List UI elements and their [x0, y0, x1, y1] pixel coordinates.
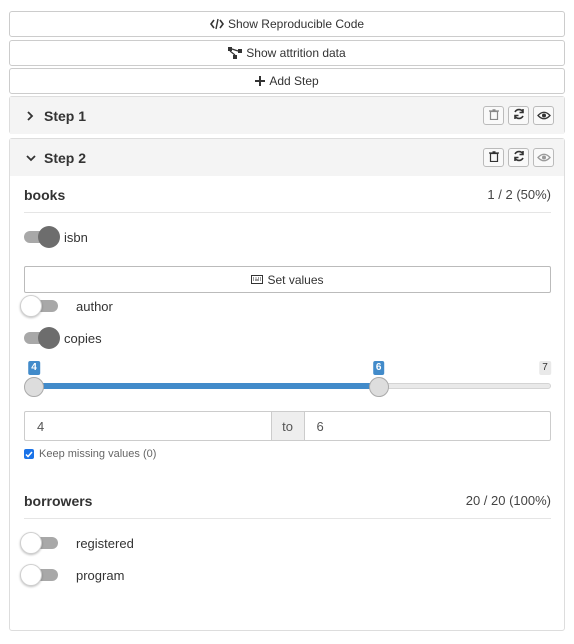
borrowers-count: 20 / 20 (100%) [465, 493, 551, 508]
trash-icon [488, 107, 499, 125]
step-1-delete-button[interactable] [483, 106, 504, 125]
books-section-title: books [24, 186, 66, 203]
show-code-label: Show Reproducible Code [227, 17, 365, 31]
keep-missing-checkbox[interactable] [24, 449, 34, 459]
range-to-input[interactable]: 6 [305, 412, 551, 440]
step-1-title: Step 1 [44, 107, 87, 124]
copies-range-inputs: 4 to 6 [24, 411, 551, 441]
slider-max-tag: 7 [539, 361, 551, 375]
set-values-label: Set values [267, 272, 324, 287]
slider-to-tag: 6 [372, 361, 385, 375]
isbn-label: isbn [64, 229, 88, 245]
slider-from-tag: 4 [28, 361, 40, 375]
keep-missing-row: Keep missing values (0) [24, 448, 156, 460]
books-section-header: books 1 / 2 (50%) [24, 185, 551, 213]
program-toggle-row: program [20, 563, 124, 587]
author-toggle-row: author [20, 294, 113, 318]
code-icon [209, 18, 224, 30]
program-toggle[interactable] [20, 563, 60, 587]
step-2-refresh-button[interactable] [508, 148, 529, 167]
copies-range-slider[interactable]: 4 6 7 [24, 361, 551, 401]
refresh-icon [513, 149, 525, 167]
step-2-title: Step 2 [44, 149, 87, 166]
author-label: author [76, 298, 113, 314]
borrowers-section-title: borrowers [24, 492, 93, 509]
range-to-addon: to [270, 412, 305, 440]
keep-missing-label: Keep missing values (0) [39, 448, 157, 460]
eye-icon [536, 107, 551, 125]
show-attrition-data-button[interactable]: Show attrition data [9, 40, 565, 66]
show-reproducible-code-button[interactable]: Show Reproducible Code [9, 11, 565, 37]
registered-toggle-row: registered [20, 531, 134, 555]
chevron-right-icon[interactable] [26, 110, 40, 121]
copies-toggle[interactable] [20, 326, 60, 350]
step-1-refresh-button[interactable] [508, 106, 529, 125]
add-step-label: Add Step [269, 74, 319, 88]
slider-selected-range [34, 383, 379, 389]
author-toggle[interactable] [20, 294, 60, 318]
step-2-delete-button[interactable] [483, 148, 504, 167]
program-label: program [76, 567, 125, 583]
slider-handle-to[interactable] [368, 377, 389, 397]
trash-icon [488, 149, 499, 167]
step-1-card: Step 1 [9, 96, 565, 134]
refresh-icon [513, 107, 525, 125]
step-1-visibility-button[interactable] [533, 106, 554, 125]
plus-icon [255, 76, 266, 86]
isbn-toggle-row: isbn [20, 225, 88, 249]
copies-label: copies [64, 330, 102, 346]
set-values-button[interactable]: Set values [24, 266, 551, 293]
step-2-header[interactable]: Step 2 [10, 139, 564, 176]
step-2-card: Step 2 books 1 / 2 (50%) isbn Set values… [9, 138, 565, 631]
borrowers-section-header: borrowers 20 / 20 (100%) [24, 491, 551, 519]
show-attrition-label: Show attrition data [246, 46, 346, 60]
step-1-header[interactable]: Step 1 [10, 97, 564, 134]
slider-handle-from[interactable] [24, 377, 44, 397]
step-2-visibility-button[interactable] [533, 148, 554, 167]
registered-label: registered [76, 535, 134, 551]
keyboard-icon [251, 273, 264, 287]
range-from-input[interactable]: 4 [25, 412, 271, 440]
chevron-down-icon[interactable] [26, 154, 40, 162]
sitemap-icon [228, 47, 243, 59]
isbn-toggle[interactable] [20, 225, 60, 249]
registered-toggle[interactable] [20, 531, 60, 555]
copies-toggle-row: copies [20, 326, 102, 350]
eye-icon [536, 149, 551, 167]
books-count: 1 / 2 (50%) [487, 187, 551, 202]
add-step-button[interactable]: Add Step [9, 68, 565, 94]
